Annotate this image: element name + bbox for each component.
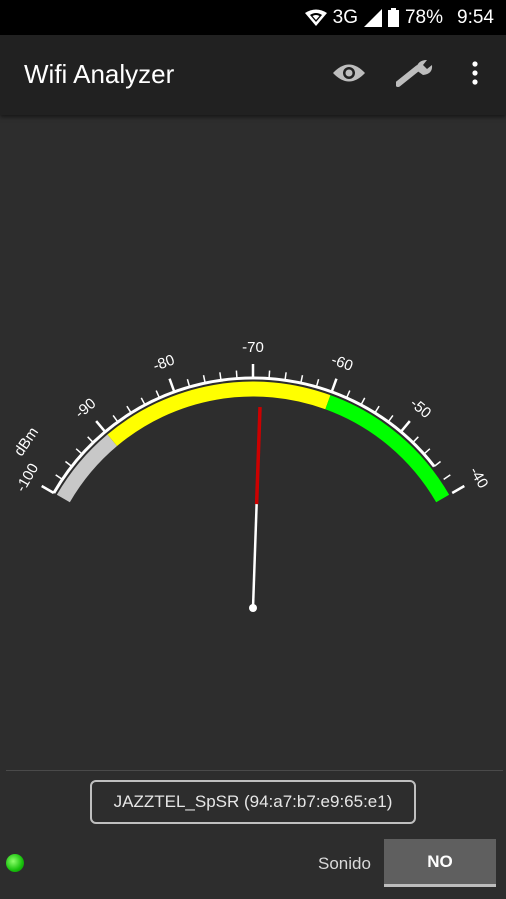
overflow-menu-button[interactable] [451, 51, 499, 99]
app-bar: Wifi Analyzer [0, 35, 506, 115]
network-selector[interactable]: JAZZTEL_SpSR (94:a7:b7:e9:65:e1) [90, 780, 416, 824]
gauge-tick-label: -90 [72, 395, 100, 422]
gauge-tick-label: -80 [151, 351, 177, 374]
gauge-tick-label: -60 [329, 351, 355, 374]
sound-toggle-button[interactable]: NO [384, 839, 496, 887]
gauge-major-tick [330, 378, 338, 393]
gauge-minor-tick [433, 460, 442, 467]
gauge-minor-tick [412, 436, 419, 444]
divider [6, 770, 503, 771]
gauge-major-tick [168, 378, 176, 393]
signal-gauge: -100 -90 -80 -70 -60 -50 -40 dBm [0, 115, 506, 765]
gauge-minor-tick [360, 397, 366, 406]
gauge-minor-tick [345, 390, 351, 399]
gauge-minor-tick [140, 397, 146, 406]
eye-icon [332, 62, 366, 89]
gauge-major-tick [451, 484, 465, 495]
gauge-tick-label: -70 [242, 339, 264, 356]
network-label: JAZZTEL_SpSR (94:a7:b7:e9:65:e1) [113, 792, 393, 811]
status-bar: 3G 78% 9:54 [0, 0, 506, 35]
sound-toggle-label: NO [427, 851, 453, 871]
gauge-tick-label: -50 [407, 395, 435, 422]
overflow-menu-icon [471, 60, 479, 90]
gauge-major-tick [95, 420, 107, 433]
sound-label: Sonido [318, 854, 371, 873]
settings-button[interactable] [392, 51, 440, 99]
gauge-major-tick [399, 420, 411, 433]
gauge-needle [251, 504, 258, 609]
gauge-tick-label: -100 [13, 460, 43, 495]
clock: 9:54 [457, 6, 494, 28]
wifi-icon [304, 9, 327, 27]
gauge-tick-label: -40 [466, 464, 492, 491]
gauge-svg: -100 -90 -80 -70 -60 -50 -40 dBm [11, 339, 492, 612]
gauge-minor-tick [315, 379, 320, 388]
gauge-zone-1 [107, 381, 331, 446]
gauge-needle-tip [254, 407, 262, 505]
app-title: Wifi Analyzer [24, 59, 175, 89]
signal-icon [363, 8, 382, 27]
gauge-minor-tick [87, 436, 94, 444]
network-type: 3G [332, 6, 358, 28]
gauge-minor-tick [374, 405, 380, 414]
gauge-minor-tick [387, 415, 394, 423]
battery-percent: 78% [404, 6, 444, 28]
gauge-minor-tick [126, 405, 132, 414]
wrench-icon [395, 58, 436, 93]
gauge-unit-label: dBm [11, 424, 42, 459]
gauge-minor-tick [443, 474, 451, 481]
gauge-minor-tick [112, 415, 119, 423]
gauge-minor-tick [186, 379, 191, 388]
gauge-pivot [249, 604, 257, 612]
gauge-minor-tick [423, 448, 431, 455]
gauge-major-tick [41, 484, 55, 495]
gauge-minor-tick [155, 390, 161, 399]
status-icons: 3G 78% 9:54 [304, 0, 494, 35]
eye-button[interactable] [325, 51, 373, 99]
status-indicator-icon [6, 854, 24, 872]
gauge-minor-tick [75, 448, 83, 455]
gauge-minor-tick [235, 370, 238, 379]
battery-icon [387, 8, 399, 27]
gauge-minor-tick [64, 460, 73, 467]
gauge-minor-tick [55, 474, 63, 481]
gauge-minor-tick [268, 370, 271, 379]
